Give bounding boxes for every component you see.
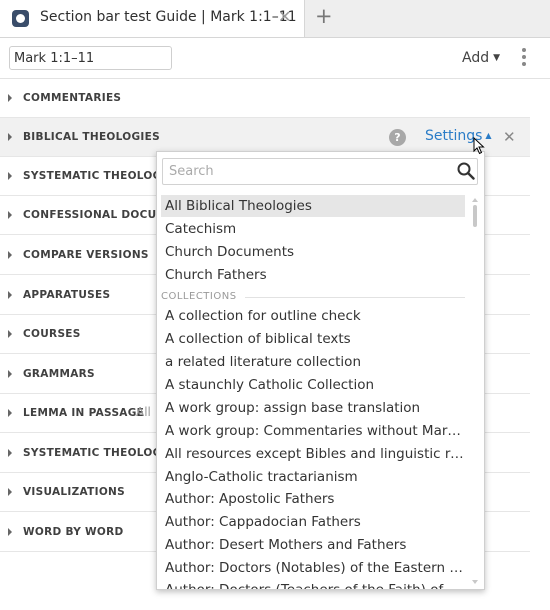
collections-heading: COLLECTIONS [161,291,237,302]
list-item[interactable]: Author: Doctors (Teachers of the Faith) … [161,579,465,589]
list-item[interactable]: Church Documents [161,241,465,263]
logos-shield-icon [12,10,29,27]
section-label: APPARATUSES [23,289,111,301]
close-section-icon[interactable]: ✕ [503,128,516,146]
section-label: BIBLICAL THEOLOGIES [23,131,160,143]
vertical-ellipsis-icon[interactable] [522,48,528,69]
section-label: COURSES [23,328,81,340]
tab-bar: Section bar test Guide | Mark 1:1–11 ✕ + [0,0,550,38]
expand-arrow-icon [8,528,12,536]
section-label: GRAMMARS [23,368,95,380]
expand-arrow-icon [8,409,12,417]
expand-arrow-icon [8,94,12,102]
section-label: WORD BY WORD [23,526,124,538]
section-label: COMPARE VERSIONS [23,249,149,261]
expand-arrow-icon [8,211,12,219]
list-item[interactable]: Anglo-Catholic tractarianism [161,466,465,488]
expand-arrow-icon [8,330,12,338]
add-button[interactable]: Add ▼ [462,50,500,66]
new-tab-button[interactable]: + [315,4,333,28]
list-item[interactable]: All resources except Bibles and linguist… [161,443,465,465]
expand-arrow-icon [8,133,12,141]
scroll-down-icon[interactable] [472,580,478,584]
list-item[interactable]: All Biblical Theologies [161,195,465,217]
list-item[interactable]: Church Fathers [161,264,465,286]
section-commentaries[interactable]: COMMENTARIES [0,79,530,118]
scroll-up-icon[interactable] [472,198,478,202]
expand-arrow-icon [8,488,12,496]
settings-dropdown: All Biblical Theologies Catechism Church… [156,151,485,590]
chevron-up-icon: ▲ [485,131,492,140]
section-label: LEMMA IN PASSAGE [23,407,145,419]
expand-arrow-icon [8,172,12,180]
list-item[interactable]: Author: Desert Mothers and Fathers [161,534,465,556]
scrollbar-thumb[interactable] [473,205,477,227]
list-item[interactable]: A work group: Commentaries without Mark… [161,420,465,442]
expand-arrow-icon [8,370,12,378]
magnifier-icon[interactable] [457,162,475,180]
search-input[interactable] [162,158,478,185]
list-item[interactable]: a related literature collection [161,351,465,373]
chevron-down-icon: ▼ [493,53,501,63]
expand-arrow-icon [8,291,12,299]
tab-title: Section bar test Guide | Mark 1:1–11 [40,9,297,25]
tab-close-icon[interactable]: ✕ [278,7,291,26]
section-extra-text: All [136,405,151,419]
list-item[interactable]: A collection of biblical texts [161,328,465,350]
reference-input[interactable] [9,46,172,70]
list-item[interactable]: A staunchly Catholic Collection [161,374,465,396]
heading-divider [245,297,465,298]
document-tab[interactable]: Section bar test Guide | Mark 1:1–11 ✕ [0,0,305,37]
section-label: VISUALIZATIONS [23,486,125,498]
list-item[interactable]: Author: Doctors (Notables) of the Easter… [161,557,465,579]
help-icon[interactable]: ? [389,129,406,146]
expand-arrow-icon [8,251,12,259]
list-item[interactable]: Author: Cappadocian Fathers [161,511,465,533]
list-item[interactable]: Catechism [161,218,465,240]
section-label: COMMENTARIES [23,92,122,104]
list-item[interactable]: A collection for outline check [161,305,465,327]
mouse-pointer-icon [473,137,485,155]
add-button-label: Add [462,50,490,66]
list-item[interactable]: A work group: assign base translation [161,397,465,419]
expand-arrow-icon [8,449,12,457]
list-item[interactable]: Author: Apostolic Fathers [161,488,465,510]
